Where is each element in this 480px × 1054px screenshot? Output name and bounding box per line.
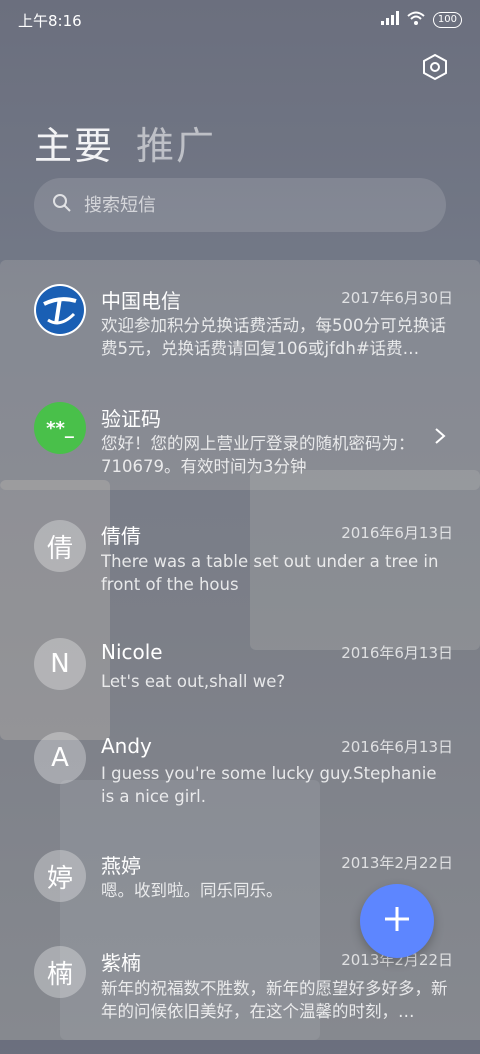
conversation-row[interactable]: **_ 验证码 您好！您的网上营业厅登录的随机密码为：710679。有效时间为3… (0, 402, 480, 512)
chevron-right-icon[interactable] (434, 426, 446, 451)
avatar: N (34, 638, 86, 690)
conversation-date: 2016年6月13日 (341, 644, 453, 662)
battery-icon: 100 (432, 12, 462, 28)
conversation-preview: I guess you're some lucky guy.Stephanie … (101, 764, 437, 806)
search-icon (52, 193, 72, 217)
avatar: 楠 (34, 946, 86, 998)
conversation-name: 燕婷 (101, 854, 141, 878)
status-time: 上午8:16 (18, 11, 82, 30)
conversation-date: 2017年6月30日 (341, 289, 453, 307)
wifi-icon (407, 11, 425, 29)
compose-button[interactable] (360, 884, 434, 958)
search-bar[interactable] (34, 178, 446, 232)
conversation-row[interactable]: 楠 紫楠 2013年2月22日 新年的祝福数不胜数，新年的愿望好多好多，新年的问… (0, 944, 480, 1054)
conversation-name: 倩倩 (101, 524, 141, 548)
avatar: A (34, 732, 86, 784)
conversation-row[interactable]: A Andy 2016年6月13日 I guess you're some lu… (0, 732, 480, 842)
conversation-preview: 新年的祝福数不胜数，新年的愿望好多好多，新年的问候依旧美好，在这个温馨的时刻，… (101, 979, 448, 1021)
gear-icon (422, 53, 448, 85)
conversation-name: 验证码 (101, 407, 161, 431)
conversation-preview: 您好！您的网上营业厅登录的随机密码为：710679。有效时间为3分钟 (101, 434, 415, 476)
conversation-row[interactable]: 中国电信 2017年6月30日 欢迎参加积分兑换话费活动，每500分可兑换话费5… (0, 282, 480, 392)
conversation-preview: Let's eat out,shall we? (101, 672, 286, 691)
telecom-logo-icon (36, 286, 84, 334)
conversation-preview: There was a table set out under a tree i… (101, 552, 439, 594)
conversation-name: Andy (101, 734, 152, 758)
plus-icon (383, 905, 411, 937)
conversation-name: 中国电信 (101, 289, 181, 313)
settings-button[interactable] (420, 53, 450, 85)
avatar: 倩 (34, 520, 86, 572)
tab-bar: 主要 推广 (34, 115, 216, 170)
conversation-name: Nicole (101, 640, 163, 664)
conversation-preview: 欢迎参加积分兑换话费活动，每500分可兑换话费5元，兑换话费请回复106或jfd… (101, 316, 446, 358)
status-bar: 上午8:16 100 (0, 0, 480, 40)
signal-icon (380, 11, 399, 29)
search-input[interactable] (82, 193, 386, 217)
verification-avatar: **_ (34, 402, 86, 454)
conversation-date: 2013年2月22日 (341, 854, 453, 872)
conversation-name: 紫楠 (101, 951, 141, 975)
avatar: 婷 (34, 850, 86, 902)
conversation-date: 2016年6月13日 (341, 524, 453, 542)
conversation-date: 2016年6月13日 (341, 738, 453, 756)
tab-promotions[interactable]: 推广 (136, 115, 216, 170)
telecom-logo-avatar (34, 284, 86, 336)
tab-primary[interactable]: 主要 (34, 115, 114, 170)
conversation-row[interactable]: 倩 倩倩 2016年6月13日 There was a table set ou… (0, 520, 480, 630)
